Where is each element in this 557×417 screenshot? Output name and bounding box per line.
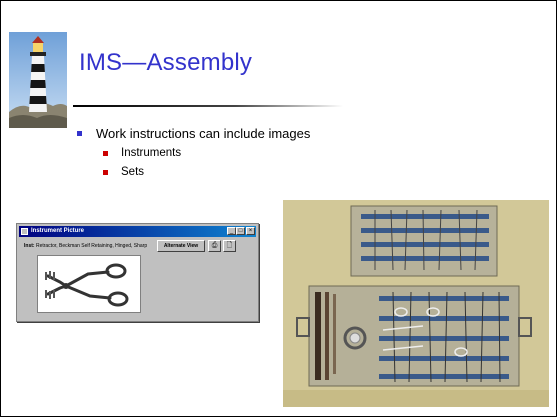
instrument-image — [37, 255, 141, 313]
instrument-label: Inst: — [24, 243, 35, 249]
subbullet-text: Sets — [121, 166, 145, 178]
slide: IMS—Assembly Work instructions can inclu… — [1, 1, 556, 416]
instrument-description: Inst: Retractor, Beckman Self Retaining,… — [24, 243, 147, 249]
bullet-item: Work instructions can include images — [73, 126, 310, 146]
minimize-icon[interactable]: _ — [227, 227, 236, 235]
alternate-view-button[interactable]: Alternate View — [157, 240, 205, 252]
print-button[interactable]: ⎙ — [208, 240, 221, 252]
instrument-value: Retractor, Beckman Self Retaining, Hinge… — [35, 243, 148, 249]
bullet-list: Work instructions can include images Ins… — [73, 126, 310, 184]
printer-icon: ⎙ — [211, 242, 218, 249]
bullet-text: Work instructions can include images — [96, 126, 311, 141]
window-titlebar: Instrument Picture _ □ × — [19, 226, 256, 237]
square-bullet-icon — [103, 170, 108, 175]
close-icon[interactable]: × — [246, 227, 255, 235]
title-underline — [73, 105, 343, 107]
instrument-picture-window: Instrument Picture _ □ × Inst: Retractor… — [16, 223, 259, 322]
subbullet-item: Instruments — [73, 146, 310, 165]
retractor-illustration — [45, 263, 129, 307]
subbullet-text: Instruments — [121, 147, 182, 159]
instrument-tray-photo — [283, 200, 549, 407]
slide-title: IMS—Assembly — [79, 49, 253, 76]
lighthouse-logo — [9, 32, 67, 128]
view-document-button[interactable]: 🗋 — [223, 240, 236, 252]
square-bullet-icon — [77, 131, 82, 136]
app-icon — [21, 228, 28, 235]
window-title: Instrument Picture — [31, 228, 85, 234]
square-bullet-icon — [103, 151, 108, 156]
document-icon: 🗋 — [226, 242, 233, 249]
subbullet-item: Sets — [73, 165, 310, 184]
maximize-icon[interactable]: □ — [236, 227, 245, 235]
